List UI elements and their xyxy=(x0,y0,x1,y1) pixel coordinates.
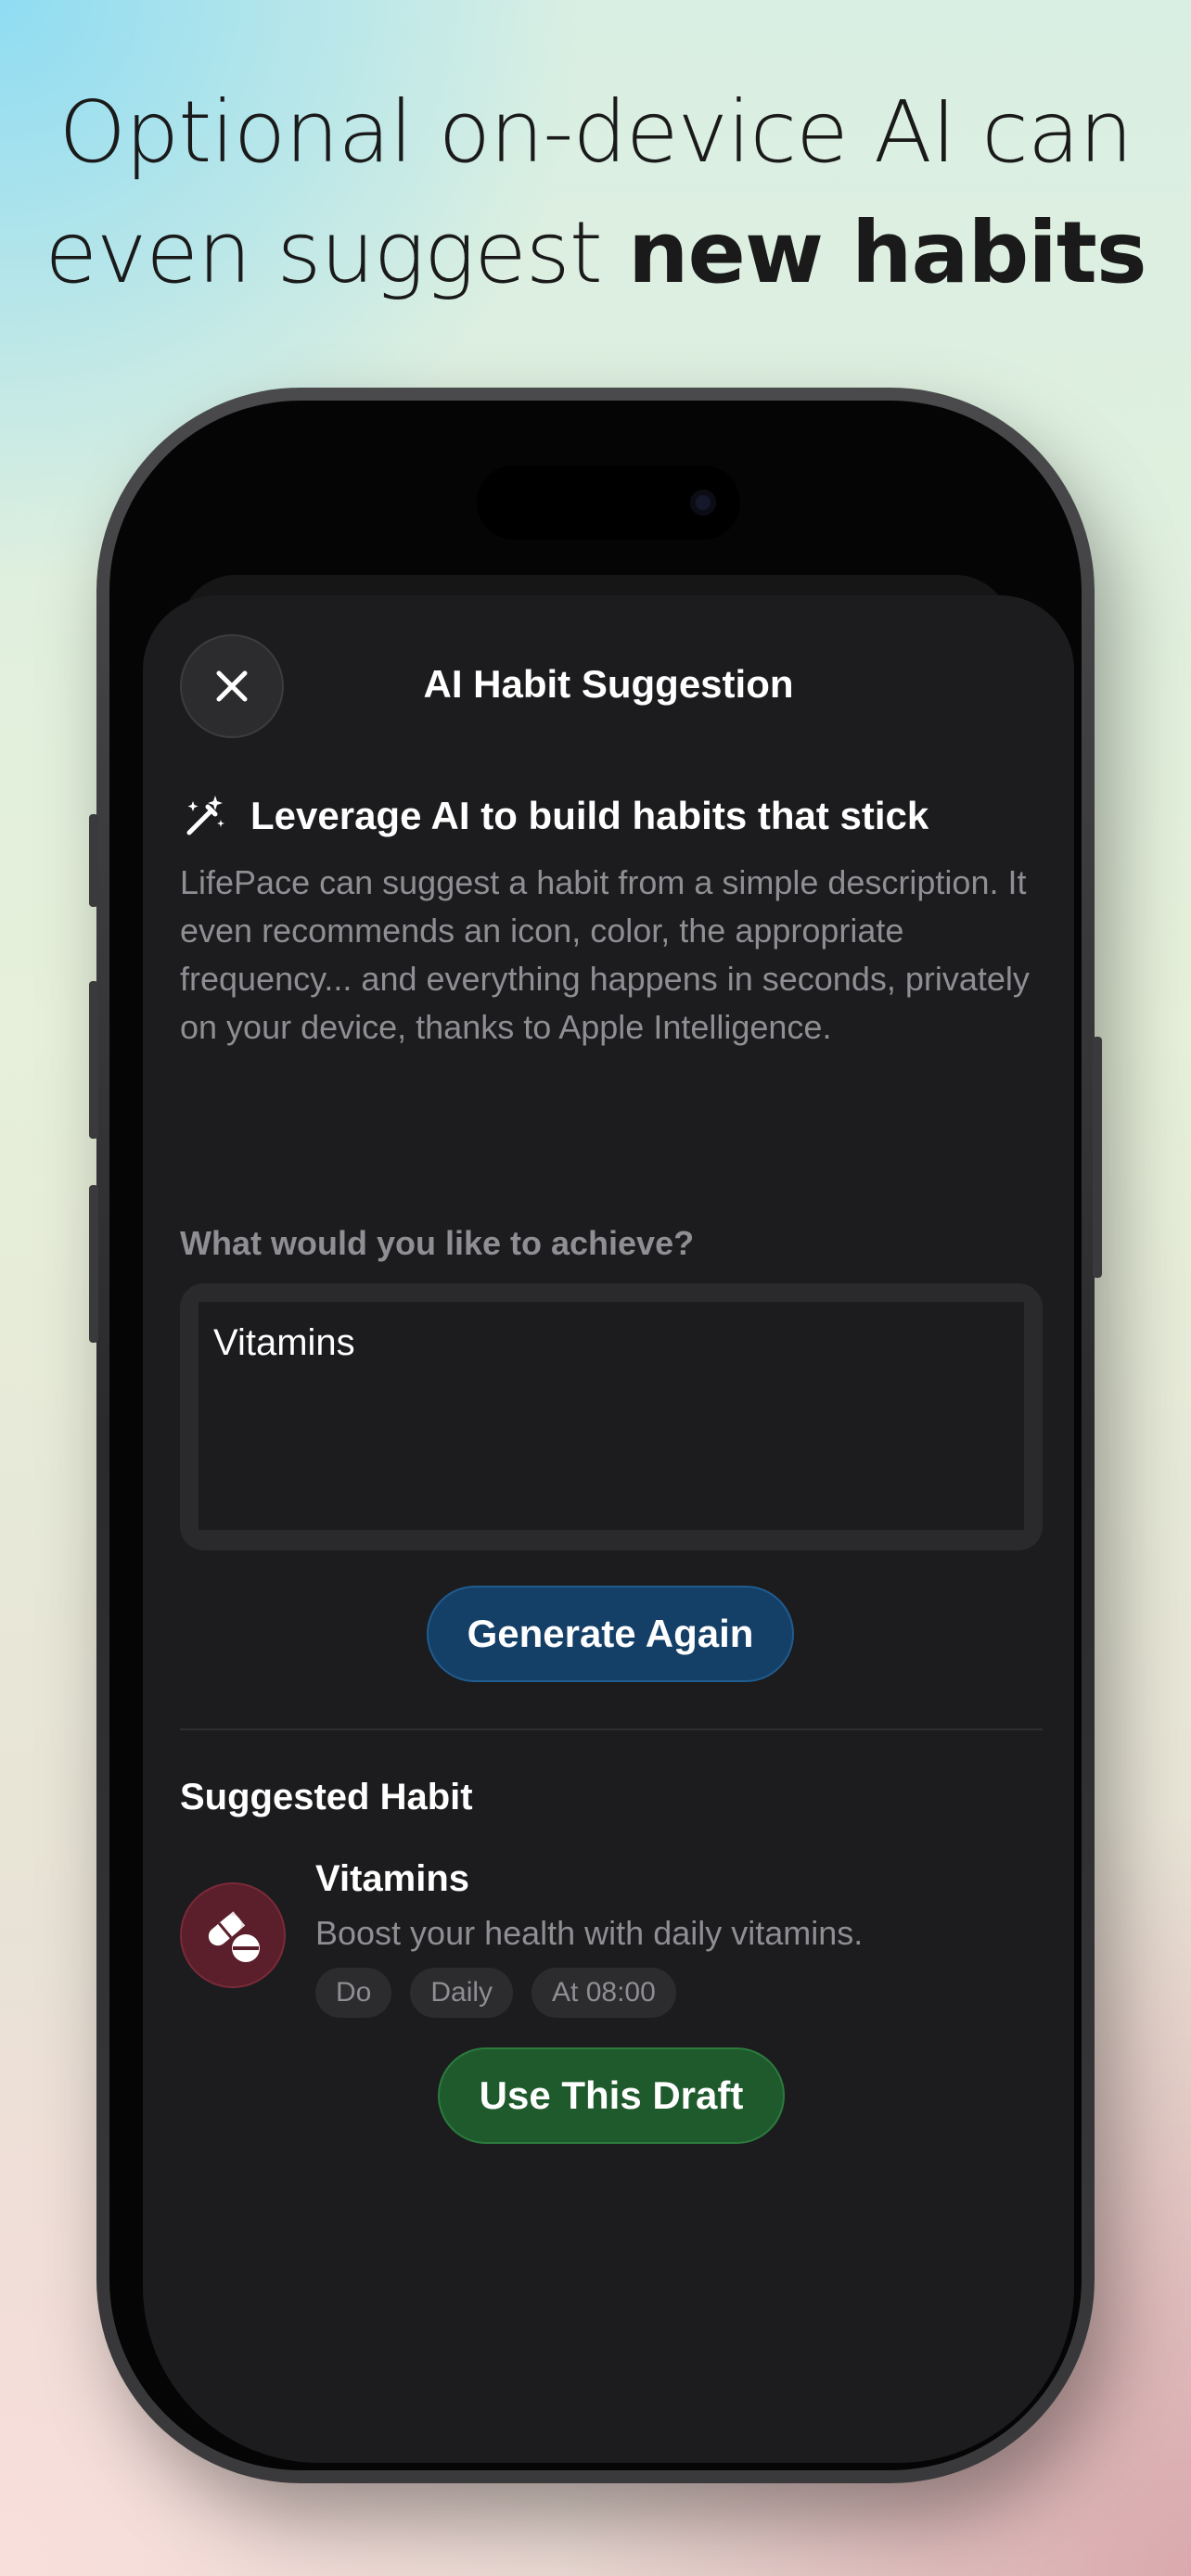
tag-time: At 08:00 xyxy=(531,1968,676,2018)
habit-tags: Do Daily At 08:00 xyxy=(315,1968,676,2018)
phone-frame: AI Habit Suggestion Leverage AI to build… xyxy=(89,388,1102,2483)
magic-wand-icon xyxy=(186,796,224,835)
volume-up-button xyxy=(89,981,98,1139)
pills-icon xyxy=(208,1911,260,1962)
tag-frequency: Daily xyxy=(410,1968,514,2018)
habit-name: Vitamins xyxy=(315,1858,469,1899)
goal-field-container: Vitamins xyxy=(180,1283,1043,1550)
ai-suggestion-sheet: AI Habit Suggestion Leverage AI to build… xyxy=(143,595,1074,2463)
camera-icon xyxy=(690,490,716,516)
habit-description: Boost your health with daily vitamins. xyxy=(315,1914,864,1952)
power-button xyxy=(1093,1037,1102,1278)
intro-row: Leverage AI to build habits that stick xyxy=(180,792,928,840)
phone-screen: AI Habit Suggestion Leverage AI to build… xyxy=(109,401,1082,2470)
volume-down-button xyxy=(89,1185,98,1343)
intro-title: Leverage AI to build habits that stick xyxy=(250,794,929,837)
tag-type: Do xyxy=(315,1968,392,2018)
use-this-draft-button[interactable]: Use This Draft xyxy=(438,2047,785,2144)
goal-text-input[interactable]: Vitamins xyxy=(198,1302,1024,1530)
headline-regular: even suggest xyxy=(45,203,629,302)
generate-again-button[interactable]: Generate Again xyxy=(427,1586,794,1682)
marketing-headline: Optional on-device AI can even suggest n… xyxy=(0,72,1191,313)
headline-line-1: Optional on-device AI can xyxy=(58,83,1133,182)
suggested-habit-heading: Suggested Habit xyxy=(180,1777,473,1817)
goal-field-label: What would you like to achieve? xyxy=(180,1224,695,1262)
headline-line-2: even suggest new habits xyxy=(0,193,1191,313)
habit-icon-circle xyxy=(180,1882,286,1988)
headline-bold: new habits xyxy=(628,203,1147,302)
action-button xyxy=(89,814,98,907)
sheet-title: AI Habit Suggestion xyxy=(423,662,794,706)
intro-description: LifePace can suggest a habit from a simp… xyxy=(180,863,1030,1046)
divider xyxy=(180,1728,1043,1730)
